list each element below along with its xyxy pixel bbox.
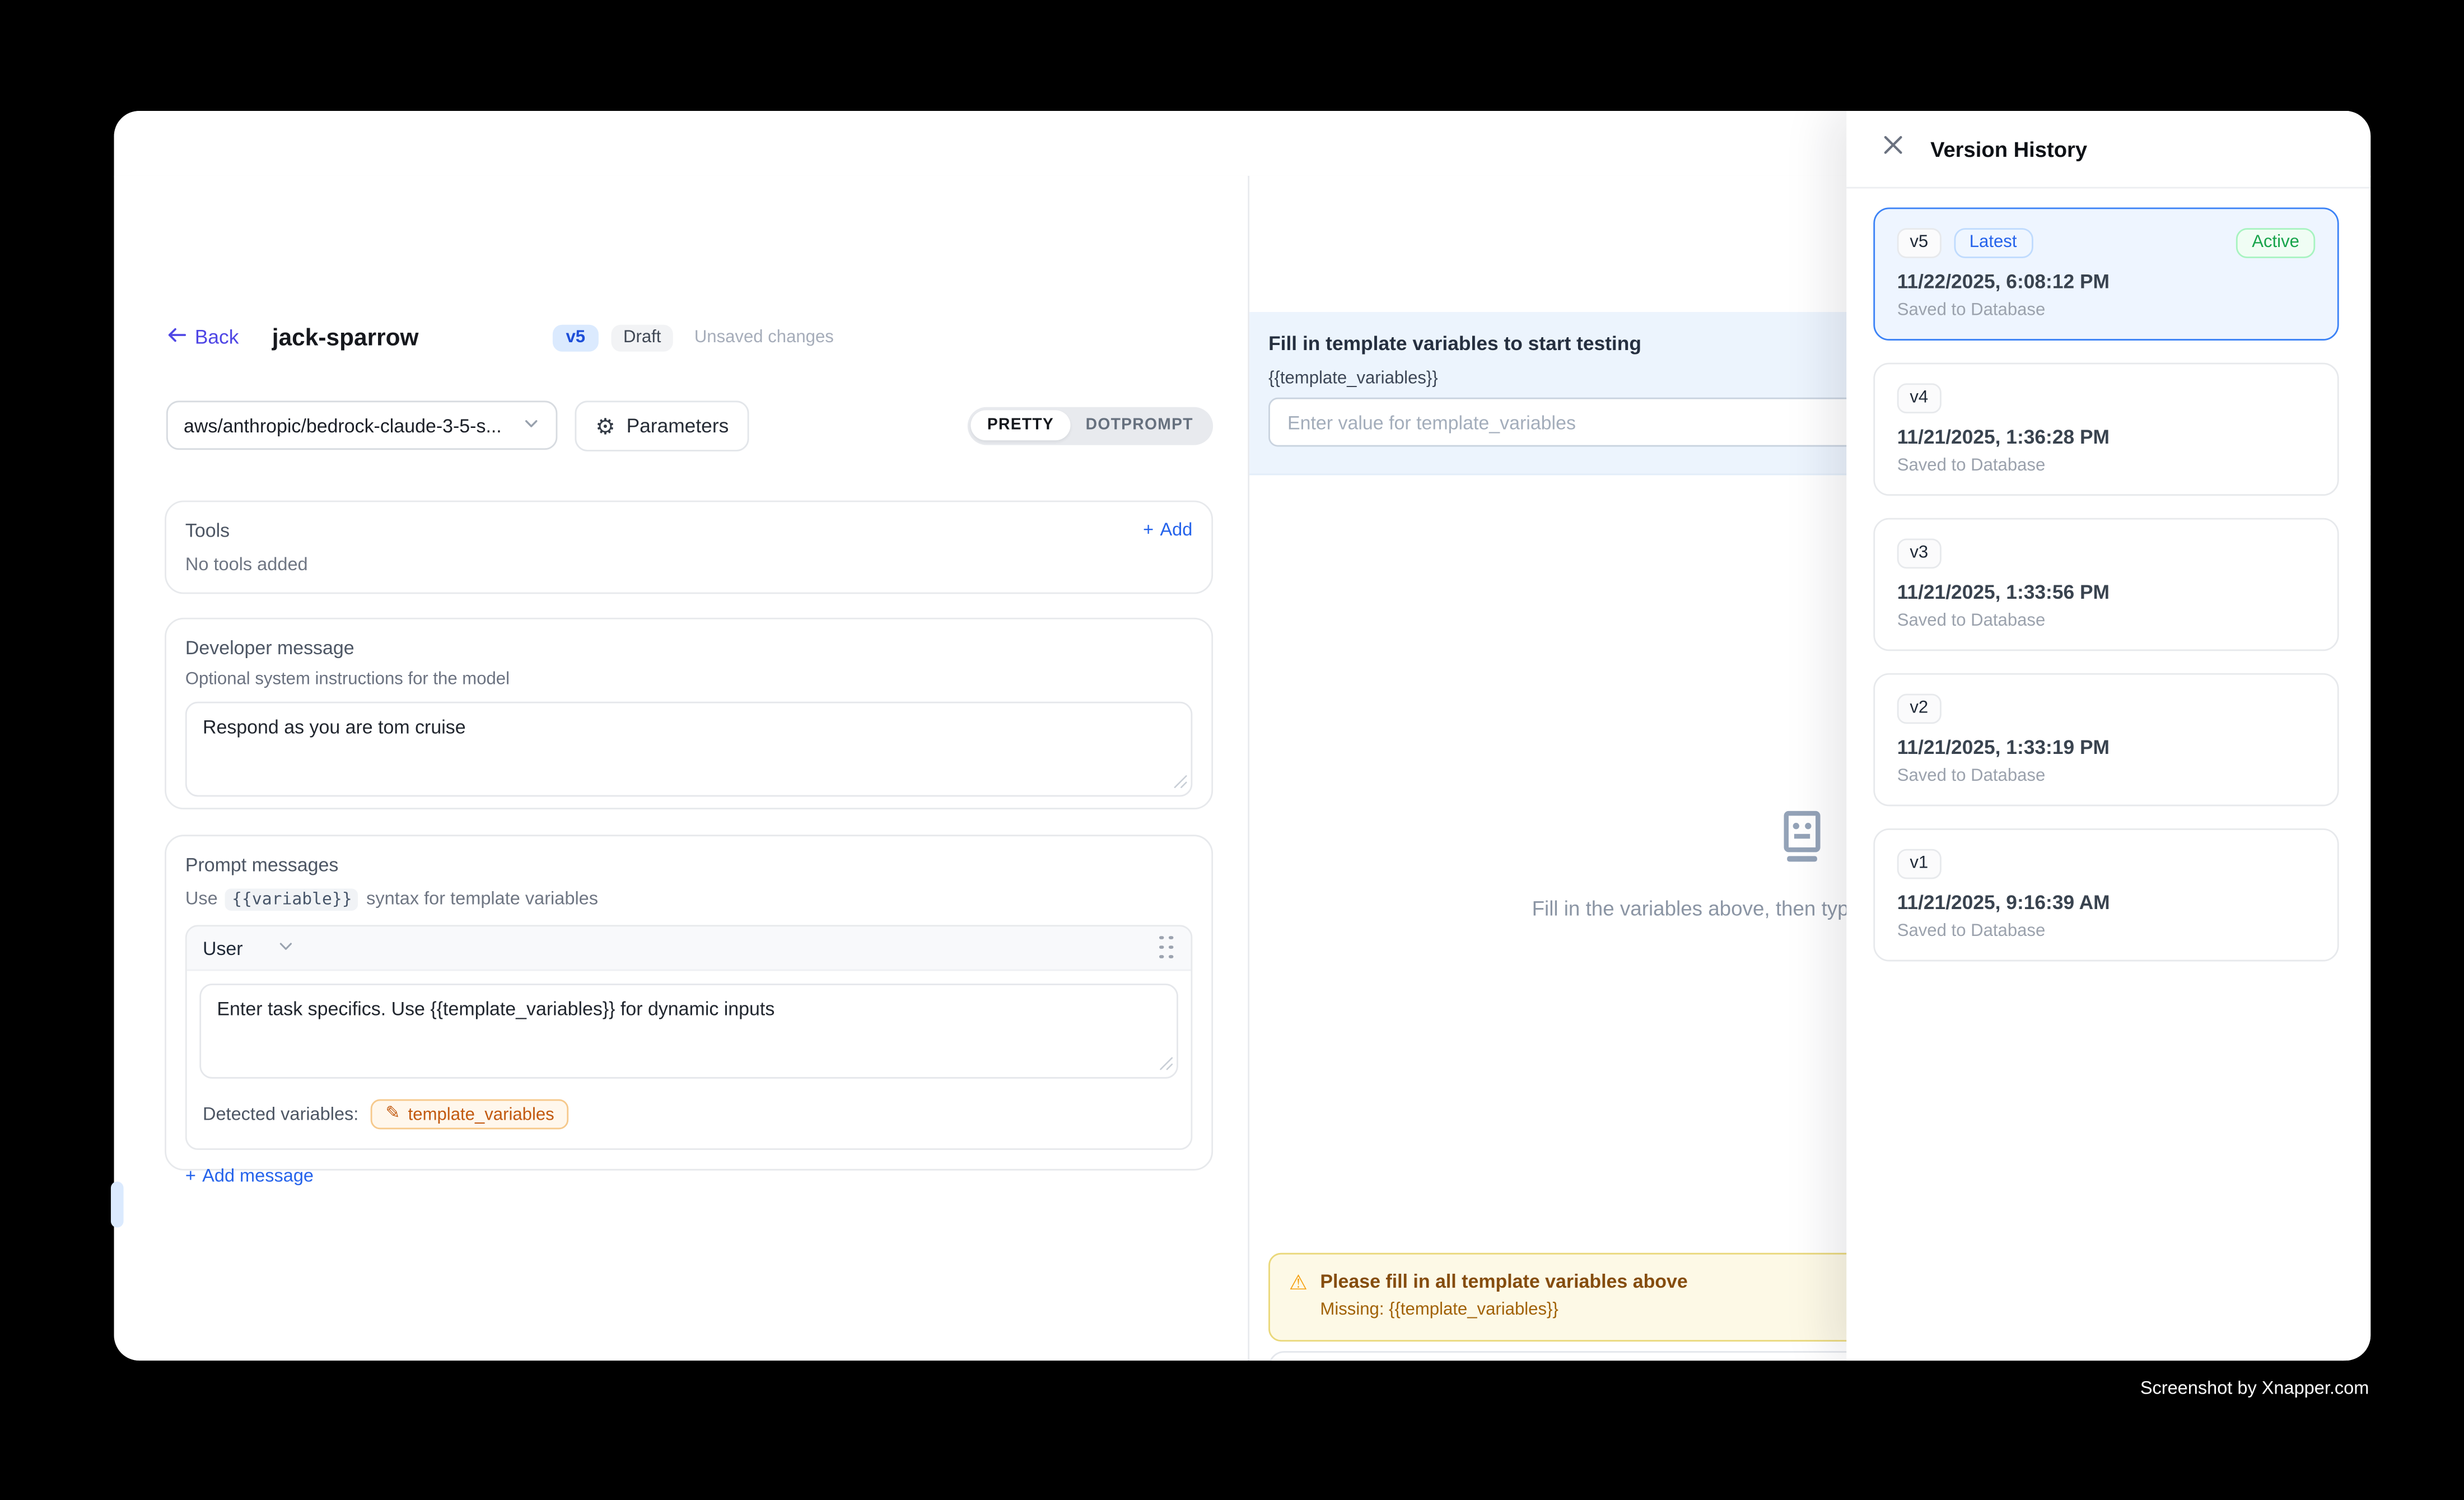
add-message-label: Add message	[202, 1167, 314, 1186]
app-window: Back jack-sparrow v5 Draft Unsaved chang…	[114, 111, 2371, 1361]
version-timestamp: 11/21/2025, 1:33:19 PM	[1897, 737, 2316, 759]
syntax-hint: Use {{variable}} syntax for template var…	[185, 888, 1192, 911]
version-status: Saved to Database	[1897, 456, 2316, 475]
breadcrumb: Back jack-sparrow v5 Draft Unsaved chang…	[166, 322, 834, 353]
version-card-v5[interactable]: v5 Latest Active 11/22/2025, 6:08:12 PM …	[1873, 207, 2339, 341]
developer-message-card: Developer message Optional system instru…	[165, 618, 1213, 809]
version-timestamp: 11/22/2025, 6:08:12 PM	[1897, 271, 2316, 294]
detected-variables-row: Detected variables: ✎ template_variables	[199, 1099, 1178, 1135]
version-timestamp: 11/21/2025, 1:36:28 PM	[1897, 426, 2316, 449]
tools-title: Tools	[185, 520, 230, 542]
detected-variable-name: template_variables	[408, 1105, 554, 1124]
version-card-v1[interactable]: v1 11/21/2025, 9:16:39 AM Saved to Datab…	[1873, 828, 2339, 962]
version-history-title: Version History	[1930, 137, 2087, 161]
add-tool-label: Add	[1160, 521, 1192, 540]
unsaved-changes-text: Unsaved changes	[694, 328, 834, 347]
version-number-badge: v4	[1897, 383, 1941, 413]
resize-handle-icon[interactable]	[1173, 768, 1187, 796]
version-timestamp: 11/21/2025, 1:33:56 PM	[1897, 581, 2316, 604]
version-card-v2[interactable]: v2 11/21/2025, 1:33:19 PM Saved to Datab…	[1873, 673, 2339, 807]
version-timestamp: 11/21/2025, 9:16:39 AM	[1897, 892, 2316, 914]
version-status: Saved to Database	[1897, 922, 2316, 941]
plus-icon: +	[185, 1167, 196, 1186]
page-title: jack-sparrow	[272, 324, 419, 351]
message-content-input[interactable]: Enter task specifics. Use {{template_var…	[199, 984, 1178, 1079]
version-number-badge: v3	[1897, 538, 1941, 569]
version-card-v4[interactable]: v4 11/21/2025, 1:36:28 PM Saved to Datab…	[1873, 363, 2339, 496]
watermark-text: Screenshot by Xnapper.com	[2140, 1380, 2369, 1399]
version-status: Saved to Database	[1897, 301, 2316, 320]
tools-empty-text: No tools added	[185, 556, 1192, 575]
variable-syntax-chip: {{variable}}	[226, 888, 358, 911]
view-mode-toggle: PRETTY DOTPROMPT	[968, 406, 1214, 444]
message-body: Enter task specifics. Use {{template_var…	[187, 971, 1191, 1148]
arrow-left-icon	[166, 325, 187, 350]
message-block: User Enter task specifics. Use {{templat…	[185, 925, 1192, 1150]
version-card-v3[interactable]: v3 11/21/2025, 1:33:56 PM Saved to Datab…	[1873, 518, 2339, 651]
add-tool-button[interactable]: + Add	[1143, 521, 1192, 540]
version-history-header: Version History	[1846, 111, 2370, 189]
draft-badge: Draft	[610, 324, 674, 351]
version-badge: v5	[553, 324, 598, 351]
robot-face-icon	[1774, 808, 1831, 873]
drag-handle-icon[interactable]	[1159, 935, 1175, 961]
version-history-panel: Version History v5 Latest Active 11/22/2…	[1846, 111, 2370, 1361]
warning-icon: ⚠	[1289, 1270, 1308, 1324]
chevron-down-icon	[522, 411, 540, 440]
warning-title: Please fill in all template variables ab…	[1320, 1270, 1687, 1294]
developer-message-title: Developer message	[185, 637, 1192, 659]
close-icon[interactable]	[1883, 134, 1903, 163]
add-message-button[interactable]: + Add message	[185, 1167, 1192, 1186]
toggle-pretty[interactable]: PRETTY	[972, 410, 1070, 440]
prompt-messages-title: Prompt messages	[185, 854, 1192, 876]
version-number-badge: v2	[1897, 694, 1941, 724]
gear-icon: ⚙	[595, 414, 615, 436]
detected-variables-label: Detected variables:	[203, 1105, 358, 1124]
hint-prefix: Use	[185, 890, 218, 909]
version-status: Saved to Database	[1897, 612, 2316, 631]
back-button[interactable]: Back	[166, 325, 239, 350]
message-header: User	[187, 926, 1191, 971]
template-variable-input[interactable]	[1268, 398, 1934, 447]
detected-variable-chip[interactable]: ✎ template_variables	[371, 1099, 568, 1129]
latest-badge: Latest	[1953, 228, 2032, 258]
pen-icon: ✎	[385, 1106, 400, 1123]
tools-card: Tools + Add No tools added	[165, 501, 1213, 594]
developer-message-subtitle: Optional system instructions for the mod…	[185, 670, 1192, 689]
version-list: v5 Latest Active 11/22/2025, 6:08:12 PM …	[1846, 189, 2370, 962]
model-select[interactable]: aws/anthropic/bedrock-claude-3-5-s...	[166, 400, 557, 450]
role-select-value: User	[203, 937, 243, 959]
toggle-dotprompt[interactable]: DOTPROMPT	[1070, 410, 1209, 440]
version-number-badge: v1	[1897, 849, 1941, 879]
hint-suffix: syntax for template variables	[366, 890, 598, 909]
version-number-badge: v5	[1897, 228, 1941, 258]
model-toolbar: aws/anthropic/bedrock-claude-3-5-s... ⚙ …	[166, 399, 1213, 451]
prompt-messages-card: Prompt messages Use {{variable}} syntax …	[165, 835, 1213, 1170]
role-select[interactable]	[278, 934, 295, 962]
plus-icon: +	[1143, 521, 1154, 540]
editor-pane: Back jack-sparrow v5 Draft Unsaved chang…	[114, 176, 1248, 1361]
warning-detail: Missing: {{template_variables}}	[1320, 1301, 1687, 1320]
resize-handle-icon[interactable]	[1159, 1050, 1173, 1079]
parameters-button[interactable]: ⚙ Parameters	[575, 400, 749, 450]
screenshot-root: Back jack-sparrow v5 Draft Unsaved chang…	[0, 0, 2464, 1500]
version-status: Saved to Database	[1897, 767, 2316, 786]
back-label: Back	[195, 327, 239, 349]
collapsed-panel-handle[interactable]	[111, 1182, 124, 1228]
active-badge: Active	[2236, 228, 2315, 258]
developer-message-input[interactable]: Respond as you are tom cruise	[185, 702, 1192, 797]
model-select-value: aws/anthropic/bedrock-claude-3-5-s...	[184, 414, 522, 436]
parameters-label: Parameters	[627, 414, 729, 436]
